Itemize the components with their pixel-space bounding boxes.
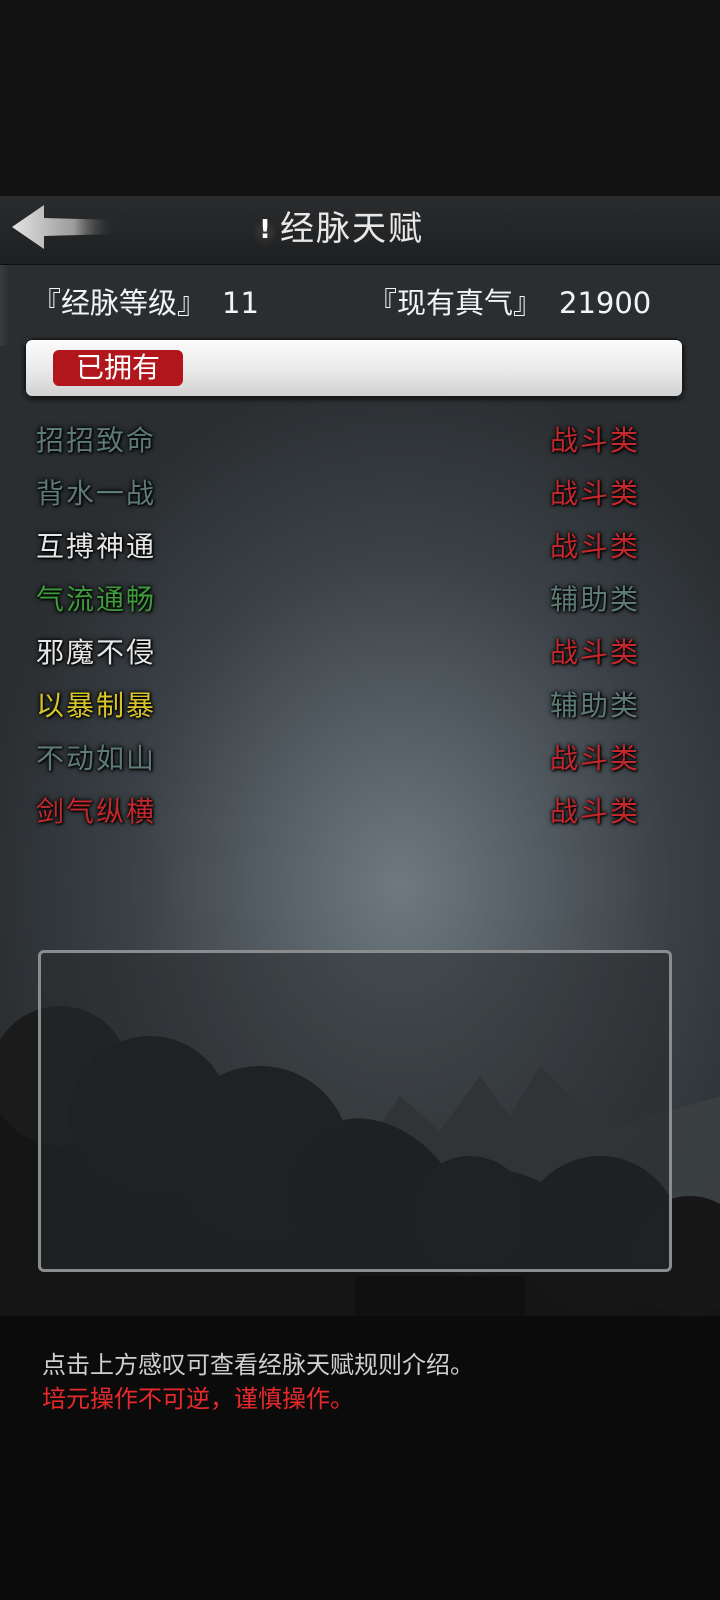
talent-name: 互搏神通 (36, 530, 157, 563)
talent-row[interactable]: 互搏神通 战斗类 (0, 521, 720, 573)
talent-name: 以暴制暴 (36, 689, 157, 722)
talent-row[interactable]: 以暴制暴 辅助类 (0, 680, 720, 732)
talent-type: 战斗类 (550, 424, 641, 457)
talent-type: 战斗类 (550, 530, 641, 563)
talent-row[interactable]: 招招致命 战斗类 (0, 415, 720, 467)
meridian-level-value: 11 (222, 286, 259, 320)
talent-row[interactable]: 不动如山 战斗类 (0, 733, 720, 785)
back-arrow-icon (12, 205, 116, 249)
talent-type: 战斗类 (550, 477, 641, 510)
talent-row[interactable]: 背水一战 战斗类 (0, 468, 720, 520)
talent-name: 招招致命 (36, 424, 157, 457)
talent-name: 气流通畅 (36, 583, 157, 616)
talent-name: 剑气纵横 (36, 795, 157, 828)
talent-type: 战斗类 (550, 742, 641, 775)
talent-row[interactable]: 剑气纵横 战斗类 (0, 786, 720, 838)
talent-type: 辅助类 (550, 583, 641, 616)
talent-row[interactable]: 气流通畅 辅助类 (0, 574, 720, 626)
current-qi-value: 21900 (559, 286, 652, 320)
talent-name: 背水一战 (36, 477, 157, 510)
footer-note: 点击上方感叹可查看经脉天赋规则介绍。 培元操作不可逆，谨慎操作。 (42, 1348, 474, 1416)
footer-hint: 点击上方感叹可查看经脉天赋规则介绍。 (42, 1351, 474, 1379)
exclamation-icon[interactable]: ! (254, 213, 276, 247)
talent-detail-panel (38, 950, 672, 1272)
meridian-level-label: 『经脉等级』 (32, 286, 207, 320)
talent-name: 不动如山 (36, 742, 157, 775)
current-qi-label: 『现有真气』 (368, 286, 543, 320)
talent-row[interactable]: 邪魔不侵 战斗类 (0, 627, 720, 679)
talent-type: 辅助类 (550, 689, 641, 722)
talent-name: 邪魔不侵 (36, 636, 157, 669)
tab-owned[interactable]: 已拥有 (53, 350, 183, 386)
back-button[interactable] (8, 202, 118, 252)
talent-type: 战斗类 (550, 795, 641, 828)
page-title: 经脉天赋 (280, 209, 424, 249)
talent-type: 战斗类 (550, 636, 641, 669)
footer-warning: 培元操作不可逆，谨慎操作。 (42, 1385, 354, 1413)
